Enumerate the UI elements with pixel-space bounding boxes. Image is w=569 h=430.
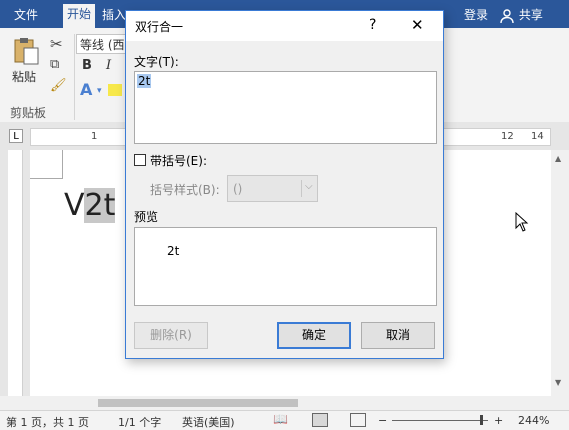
- person-icon: [500, 8, 514, 23]
- paste-button[interactable]: [12, 36, 42, 70]
- preview-text: 2t: [167, 244, 180, 258]
- scroll-down-icon[interactable]: ▼: [555, 378, 561, 387]
- chevron-down-icon: ⌵: [305, 181, 313, 192]
- copy-icon[interactable]: ⧉: [50, 57, 59, 72]
- close-button[interactable]: ✕: [411, 16, 424, 34]
- login-link[interactable]: 登录: [460, 6, 492, 28]
- group-separator: [74, 34, 75, 120]
- ruler-tick: 14: [531, 131, 544, 142]
- bracket-style-select[interactable]: () ⌵: [227, 175, 318, 202]
- text-label: 文字(T):: [134, 55, 179, 69]
- bracket-style-value: (): [233, 182, 243, 196]
- paste-label: 粘贴: [12, 70, 37, 84]
- dialog-title-bar: 双行合一 ? ✕: [126, 11, 443, 41]
- bracket-style-label: 括号样式(B):: [150, 183, 220, 197]
- status-bar: 第 1 页，共 1 页 1/1 个字 英语(美国) 📖 − + 244%: [0, 410, 569, 430]
- mouse-pointer-icon: [515, 211, 529, 236]
- horizontal-scrollbar[interactable]: [0, 396, 569, 410]
- vertical-scrollbar[interactable]: ▲ ▼: [551, 150, 569, 400]
- cancel-button[interactable]: 取消: [361, 322, 435, 349]
- page-count[interactable]: 第 1 页，共 1 页: [6, 414, 89, 430]
- zoom-in-button[interactable]: +: [494, 414, 503, 427]
- preview-box: 2t: [134, 227, 437, 306]
- share-button[interactable]: 共享: [499, 4, 543, 26]
- text-input[interactable]: 2t: [134, 71, 437, 144]
- dialog-combine-characters: 双行合一 ? ✕ 文字(T): 2t 带括号(E): 括号样式(B): () ⌵…: [125, 10, 444, 359]
- web-layout-icon[interactable]: [350, 413, 366, 427]
- preview-label: 预览: [134, 210, 159, 224]
- share-label: 共享: [518, 8, 543, 22]
- document-text-value: V2t: [64, 188, 116, 223]
- clipboard-icon: [14, 38, 39, 65]
- tab-home[interactable]: 开始: [63, 4, 96, 28]
- zoom-out-button[interactable]: −: [378, 414, 387, 427]
- vertical-ruler: [8, 150, 23, 400]
- print-layout-icon[interactable]: [312, 413, 328, 427]
- select-divider: [301, 180, 302, 197]
- ruler-tick: 1: [91, 131, 98, 142]
- help-button[interactable]: ?: [369, 17, 376, 33]
- ok-button[interactable]: 确定: [277, 322, 351, 349]
- tab-selector[interactable]: L: [9, 129, 23, 143]
- ruler-tick: 12: [501, 131, 514, 142]
- text-input-value: 2t: [137, 74, 152, 88]
- dropdown-arrow-icon[interactable]: ▾: [97, 86, 102, 96]
- highlight-icon[interactable]: [108, 84, 122, 96]
- zoom-level[interactable]: 244%: [518, 414, 549, 427]
- zoom-slider-thumb[interactable]: [480, 415, 483, 425]
- cut-icon[interactable]: ✂: [50, 35, 63, 53]
- tab-file[interactable]: 文件: [10, 6, 42, 28]
- clipboard-group-label: 剪贴板: [10, 106, 47, 120]
- bold-button[interactable]: B: [82, 58, 92, 73]
- page-corner-mark: [30, 150, 63, 179]
- language[interactable]: 英语(美国): [182, 414, 235, 430]
- read-mode-icon[interactable]: 📖: [273, 412, 288, 426]
- scroll-up-icon[interactable]: ▲: [555, 154, 561, 163]
- text-effects-icon[interactable]: A: [80, 80, 92, 99]
- format-painter-icon[interactable]: 🖌: [50, 78, 67, 93]
- document-text[interactable]: V2t: [64, 188, 116, 223]
- bracket-checkbox-label[interactable]: 带括号(E):: [150, 152, 207, 169]
- font-name-select[interactable]: 等线 (西: [76, 34, 132, 54]
- delete-button[interactable]: 删除(R): [134, 322, 208, 349]
- dialog-title: 双行合一: [135, 20, 184, 34]
- scroll-thumb[interactable]: [98, 399, 298, 407]
- bracket-checkbox[interactable]: [134, 154, 146, 166]
- zoom-slider[interactable]: [392, 420, 488, 421]
- italic-button[interactable]: I: [106, 58, 111, 73]
- word-count[interactable]: 1/1 个字: [118, 414, 161, 430]
